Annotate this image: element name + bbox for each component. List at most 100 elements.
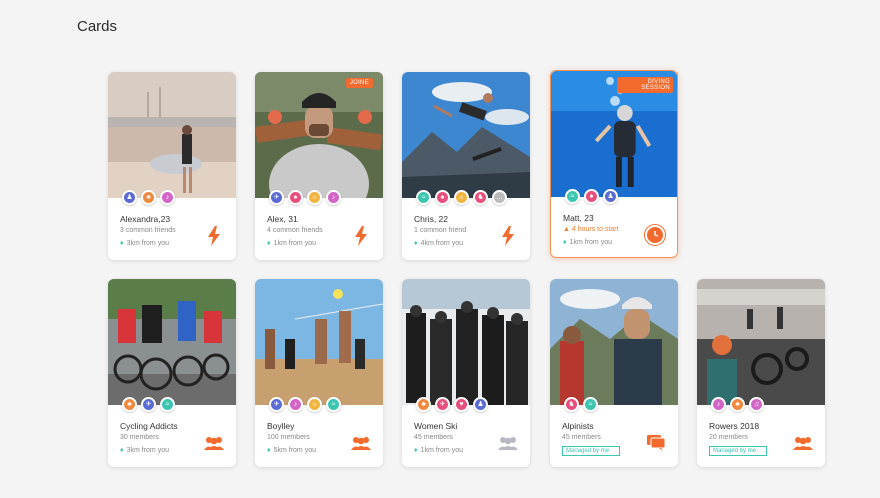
- member-count: 45 members: [562, 434, 601, 441]
- bolt-icon[interactable]: [351, 226, 371, 246]
- chat-icon[interactable]: [646, 433, 666, 453]
- bike-icon: ♠: [288, 190, 303, 205]
- card-photo: [697, 279, 825, 405]
- volley-icon: ✈: [269, 397, 284, 412]
- card-name: Cycling Addicts: [120, 421, 178, 431]
- distance: ♦ 5km from you: [267, 447, 316, 454]
- card-photo: DIVING SESSION: [551, 71, 677, 197]
- common-friends: 1 common friend: [414, 227, 467, 234]
- group-card[interactable]: ♣ ✈ ≈ Cycling Addicts 30 members ♦ 3km fr…: [108, 279, 236, 467]
- pin-icon: ♦: [414, 240, 418, 247]
- interest-icons: ✈ ♪ ☼ ≈: [269, 397, 341, 412]
- start-time: ▲ 4 hours to start: [563, 226, 619, 233]
- more-icon: …: [492, 190, 507, 205]
- joined-badge: JOINE: [345, 78, 373, 88]
- interest-icons: ♪ ♣ ♫: [711, 397, 764, 412]
- card-photo: [402, 279, 530, 405]
- diving-icon: ♠: [584, 189, 599, 204]
- flame-icon: ♣: [730, 397, 745, 412]
- profile-card[interactable]: ♟ ♣ ♪ Alexandra,23 3 common friends ♦ 3km…: [108, 72, 236, 260]
- interest-icons: ♣ ✈ ♥ ♟: [416, 397, 488, 412]
- profile-card[interactable]: JOINE ✈ ♠ ☼ ♪ Alex, 31 4 common friends …: [255, 72, 383, 260]
- heart-icon: ♥: [454, 397, 469, 412]
- sun-icon: ☼: [307, 397, 322, 412]
- bike-icon: ✈: [141, 397, 156, 412]
- wave-icon: ≈: [583, 397, 598, 412]
- group-icon[interactable]: [351, 433, 371, 453]
- card-photo: [550, 279, 678, 405]
- person-icon: ♟: [473, 397, 488, 412]
- group-card[interactable]: ✈ ♪ ☼ ≈ Boylley 100 members ♦ 5km from yo…: [255, 279, 383, 467]
- distance-text: 3km from you: [126, 240, 169, 247]
- swim-icon: ♟: [603, 189, 618, 204]
- group-card[interactable]: ♞ ≈ Alpinists 45 members Managed by me: [550, 279, 678, 467]
- group-card[interactable]: ♪ ♣ ♫ Rowers 2018 20 members Managed by …: [697, 279, 825, 467]
- distance: ♦ 3km from you: [120, 240, 169, 247]
- card-photo: [402, 72, 530, 198]
- member-count: 100 members: [267, 434, 310, 441]
- card-name: Chris, 22: [414, 214, 449, 224]
- distance-text: 3km from you: [126, 447, 169, 454]
- start-time-text: 4 hours to start: [571, 226, 619, 233]
- interest-icons: ♟ ♣ ♪: [122, 190, 175, 205]
- pin-icon: ♦: [563, 239, 567, 246]
- pin-icon: ♦: [120, 447, 124, 454]
- pin-icon: ♦: [267, 240, 271, 247]
- flame-icon: ♣: [141, 190, 156, 205]
- wave-icon: ≈: [326, 397, 341, 412]
- climb-icon: ♞: [564, 397, 579, 412]
- distance: ♦ 1km from you: [563, 239, 612, 246]
- bolt-icon[interactable]: [498, 226, 518, 246]
- bolt-icon[interactable]: [204, 226, 224, 246]
- ski-icon: ✈: [435, 397, 450, 412]
- wave-icon: ≈: [160, 397, 175, 412]
- distance: ♦ 4km from you: [414, 240, 463, 247]
- flame-icon: ♣: [122, 397, 137, 412]
- distance: ♦ 1km from you: [414, 447, 463, 454]
- row-icon: ♪: [711, 397, 726, 412]
- music-icon: ♪: [288, 397, 303, 412]
- distance-text: 5km from you: [273, 447, 316, 454]
- group-card[interactable]: ♣ ✈ ♥ ♟ Women Ski 45 members ♦ 1km from y…: [402, 279, 530, 467]
- card-name: Alpinists: [562, 421, 594, 431]
- card-photo: JOINE: [255, 72, 383, 198]
- member-count: 30 members: [120, 434, 159, 441]
- pin-icon: ♦: [267, 447, 271, 454]
- group-icon[interactable]: [498, 433, 518, 453]
- member-count: 20 members: [709, 434, 748, 441]
- group-icon[interactable]: [793, 433, 813, 453]
- interest-icons: ✈ ♠ ☼ ♪: [269, 190, 341, 205]
- common-friends: 4 common friends: [267, 227, 323, 234]
- clock-icon[interactable]: [645, 225, 665, 245]
- pin-icon: ♦: [120, 240, 124, 247]
- common-friends: 3 common friends: [120, 227, 176, 234]
- skate-icon: ✈: [269, 190, 284, 205]
- card-photo: [108, 72, 236, 198]
- distance-text: 4km from you: [420, 240, 463, 247]
- card-name: Alexandra,23: [120, 214, 171, 224]
- sun-icon: ☼: [454, 190, 469, 205]
- distance: ♦ 3km from you: [120, 447, 169, 454]
- wave-icon: ≈: [416, 190, 431, 205]
- alert-icon: ▲: [563, 226, 572, 233]
- interest-icons: ≈ ♠ ♟: [565, 189, 618, 204]
- flame-icon: ♣: [416, 397, 431, 412]
- managed-by-me-tag: Managed by me: [562, 446, 620, 456]
- card-photo: [108, 279, 236, 405]
- managed-by-me-tag: Managed by me: [709, 446, 767, 456]
- interest-icons: ≈ ♠ ☼ ♞ …: [416, 190, 507, 205]
- page-title: Cards: [77, 18, 118, 35]
- event-card[interactable]: DIVING SESSION ≈ ♠ ♟ Matt, 23 ▲ 4 hours …: [550, 70, 678, 258]
- profile-card[interactable]: ≈ ♠ ☼ ♞ … Chris, 22 1 common friend ♦ 4km…: [402, 72, 530, 260]
- sun-icon: ☼: [307, 190, 322, 205]
- music-icon: ♫: [749, 397, 764, 412]
- card-name: Boylley: [267, 421, 295, 431]
- interest-icons: ♞ ≈: [564, 397, 598, 412]
- group-icon[interactable]: [204, 433, 224, 453]
- bike-icon: ♠: [435, 190, 450, 205]
- card-name: Alex, 31: [267, 214, 298, 224]
- distance-text: 1km from you: [420, 447, 463, 454]
- surf-icon: ♟: [122, 190, 137, 205]
- distance-text: 1km from you: [273, 240, 316, 247]
- music-icon: ♪: [326, 190, 341, 205]
